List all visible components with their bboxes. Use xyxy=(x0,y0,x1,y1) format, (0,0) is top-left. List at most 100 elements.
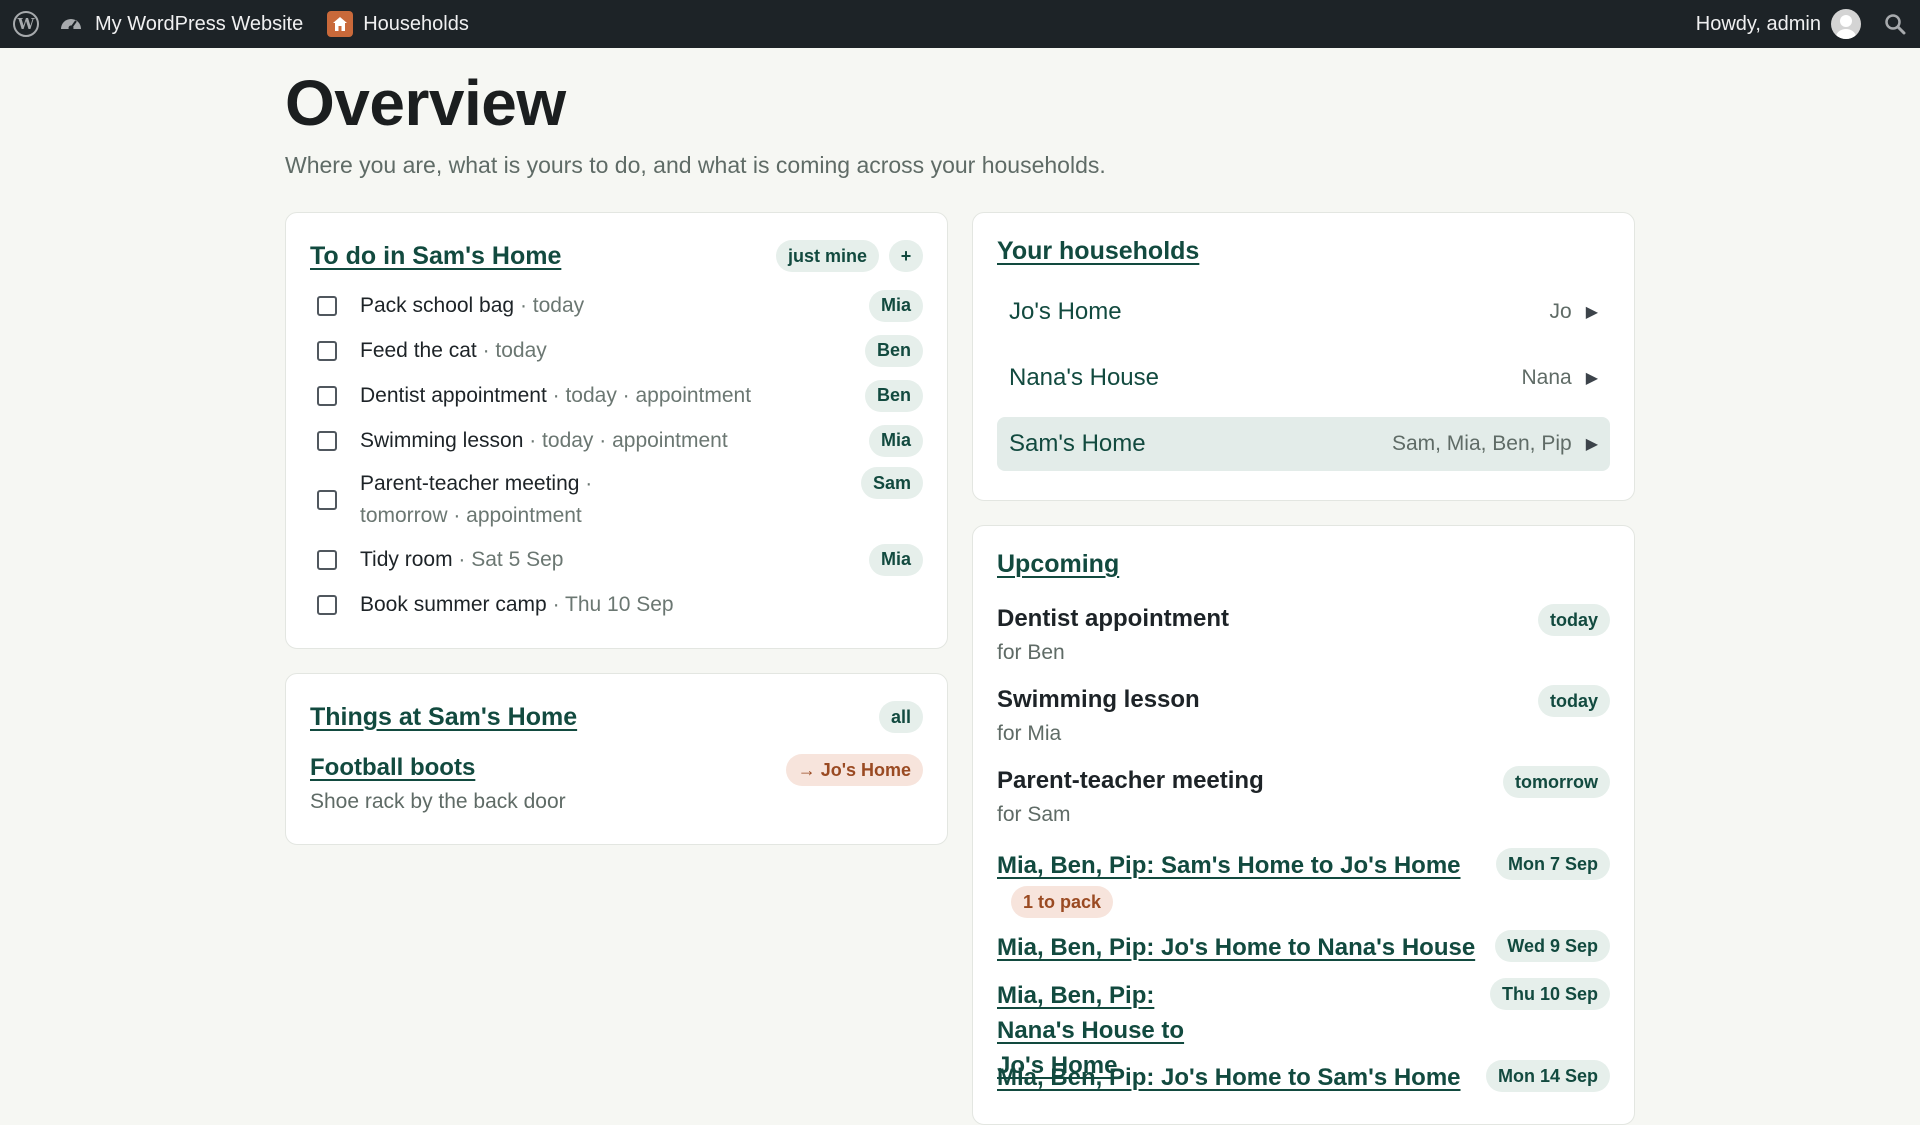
households-card: Your households Jo's Home Jo ▶ Nana's Ho… xyxy=(972,212,1635,501)
things-card: Things at Sam's Home all Football boots … xyxy=(285,673,948,845)
upcoming-name: Swimming lesson xyxy=(997,686,1200,713)
upcoming-for: for Sam xyxy=(997,803,1071,826)
assignee-badge: Mia xyxy=(868,424,923,457)
todo-meta: · today · appointment xyxy=(523,428,728,452)
wordpress-logo-icon[interactable]: W xyxy=(0,0,59,48)
todo-name: Book summer camp xyxy=(360,592,547,616)
todo-checkbox[interactable] xyxy=(317,385,337,406)
todo-name: Feed the cat xyxy=(360,338,477,362)
assignee-badge: Ben xyxy=(864,379,923,412)
assignee-badge: Mia xyxy=(868,543,923,576)
search-icon[interactable] xyxy=(1883,0,1920,48)
add-todo-button[interactable]: + xyxy=(889,240,923,272)
todo-meta: · today xyxy=(514,293,585,317)
todo-meta: · today · appointment xyxy=(546,383,752,407)
date-badge: Mon 14 Sep xyxy=(1485,1060,1610,1092)
all-filter-button[interactable]: all xyxy=(878,701,923,733)
todo-name: Dentist appointment xyxy=(360,383,547,407)
household-name: Nana's House xyxy=(1009,364,1159,391)
thing-location: Shoe rack by the back door xyxy=(310,790,566,813)
todo-checkbox[interactable] xyxy=(317,594,337,615)
todo-name: Pack school bag xyxy=(360,293,515,317)
todo-meta: · today xyxy=(476,338,547,362)
todo-card-title[interactable]: To do in Sam's Home xyxy=(310,242,561,271)
todo-item: Feed the cat · today Ben xyxy=(310,328,923,373)
households-card-title[interactable]: Your households xyxy=(997,237,1199,266)
date-badge: today xyxy=(1537,685,1610,717)
upcoming-item: Swimming lesson for Mia today xyxy=(997,685,1610,766)
play-arrow-icon: ▶ xyxy=(1585,304,1598,321)
households-list: Jo's Home Jo ▶ Nana's House Nana ▶ Sam's… xyxy=(997,285,1610,483)
todo-meta: · Thu 10 Sep xyxy=(546,592,674,616)
admin-bar: W My WordPress Website Households Howdy,… xyxy=(0,0,1920,48)
transfer-link[interactable]: Mia, Ben, Pip: Jo's Home to Nana's House xyxy=(997,930,1481,965)
date-badge: Thu 10 Sep xyxy=(1489,978,1610,1010)
todo-name: Tidy room xyxy=(360,547,453,571)
household-members: Nana xyxy=(1521,366,1572,389)
transfer-link[interactable]: Mia, Ben, Pip: Sam's Home to Jo's Home xyxy=(997,848,1482,883)
household-name: Sam's Home xyxy=(1009,430,1146,457)
household-row-active[interactable]: Sam's Home Sam, Mia, Ben, Pip ▶ xyxy=(997,417,1610,471)
page-subtitle: Where you are, what is yours to do, and … xyxy=(285,152,1106,178)
todo-card: To do in Sam's Home just mine + Pack sch… xyxy=(285,212,948,649)
todo-item: Tidy room · Sat 5 Sep Mia xyxy=(310,537,923,582)
date-badge: today xyxy=(1537,604,1610,636)
todo-item: Dentist appointment · today · appointmen… xyxy=(310,373,923,418)
date-badge: Wed 9 Sep xyxy=(1495,930,1610,962)
transfer-link[interactable]: Mia, Ben, Pip: Jo's Home to Sam's Home xyxy=(997,1060,1472,1095)
todo-checkbox[interactable] xyxy=(317,549,337,570)
play-arrow-icon: ▶ xyxy=(1585,436,1598,453)
todo-item: Parent-teacher meeting · tomorrow · appo… xyxy=(310,463,923,537)
svg-text:W: W xyxy=(17,15,36,33)
household-row[interactable]: Nana's House Nana ▶ xyxy=(997,351,1610,405)
todo-item: Pack school bag · today Mia xyxy=(310,283,923,328)
assignee-badge: Ben xyxy=(864,334,923,367)
upcoming-name: Dentist appointment xyxy=(997,605,1229,632)
things-card-title[interactable]: Things at Sam's Home xyxy=(310,703,577,732)
household-members: Jo xyxy=(1549,300,1572,323)
household-row[interactable]: Jo's Home Jo ▶ xyxy=(997,285,1610,339)
todo-checkbox[interactable] xyxy=(317,490,337,510)
upcoming-card: Upcoming Dentist appointment for Ben tod… xyxy=(972,525,1635,1125)
household-name: Jo's Home xyxy=(1009,298,1122,325)
site-name-link[interactable]: My WordPress Website xyxy=(59,0,327,48)
todo-name: Swimming lesson xyxy=(360,428,524,452)
todo-list: Pack school bag · today Mia Feed the cat… xyxy=(310,283,923,627)
todo-checkbox[interactable] xyxy=(317,295,337,316)
thing-name-link[interactable]: Football boots xyxy=(310,754,475,786)
todo-item: Book summer camp · Thu 10 Sep xyxy=(310,582,923,627)
upcoming-for: for Ben xyxy=(997,641,1065,664)
households-menu-label: Households xyxy=(363,12,469,35)
just-mine-filter-button[interactable]: just mine xyxy=(775,240,879,272)
house-icon xyxy=(327,11,354,37)
dashboard-icon xyxy=(61,19,81,31)
page-title: Overview xyxy=(285,67,566,139)
upcoming-item: Mia, Ben, Pip: Jo's Home to Nana's House… xyxy=(997,930,1610,978)
upcoming-item: Mia, Ben, Pip: Jo's Home to Sam's Home M… xyxy=(997,1060,1610,1108)
todo-name: Parent-teacher meeting xyxy=(360,472,580,495)
avatar[interactable] xyxy=(1831,9,1861,39)
households-menu[interactable]: Households xyxy=(327,0,469,48)
assignee-badge: Mia xyxy=(868,289,923,322)
site-name-label: My WordPress Website xyxy=(95,12,304,35)
todo-meta: · Sat 5 Sep xyxy=(452,547,564,571)
upcoming-item: Dentist appointment for Ben today xyxy=(997,604,1610,685)
thing-item: Football boots → Jo's Home xyxy=(310,754,923,786)
upcoming-list: Dentist appointment for Ben today Swimmi… xyxy=(997,604,1610,1108)
assignee-badge: Sam xyxy=(860,467,923,499)
date-badge: Mon 7 Sep xyxy=(1495,848,1610,880)
date-badge: tomorrow xyxy=(1503,766,1610,798)
todo-checkbox[interactable] xyxy=(317,430,337,451)
upcoming-name: Parent-teacher meeting xyxy=(997,767,1264,794)
upcoming-item: Mia, Ben, Pip: Nana's House to Jo's Home… xyxy=(997,978,1610,1079)
upcoming-card-title[interactable]: Upcoming xyxy=(997,550,1119,579)
todo-checkbox[interactable] xyxy=(317,340,337,361)
play-arrow-icon: ▶ xyxy=(1585,370,1598,387)
upcoming-for: for Mia xyxy=(997,722,1062,745)
howdy-label[interactable]: Howdy, admin xyxy=(1696,13,1821,36)
todo-item: Swimming lesson · today · appointment Mi… xyxy=(310,418,923,463)
household-members: Sam, Mia, Ben, Pip xyxy=(1391,432,1572,455)
to-pack-badge: 1 to pack xyxy=(1011,886,1114,918)
moving-to-badge: → Jo's Home xyxy=(785,754,923,786)
upcoming-item: Parent-teacher meeting for Sam tomorrow xyxy=(997,766,1610,848)
